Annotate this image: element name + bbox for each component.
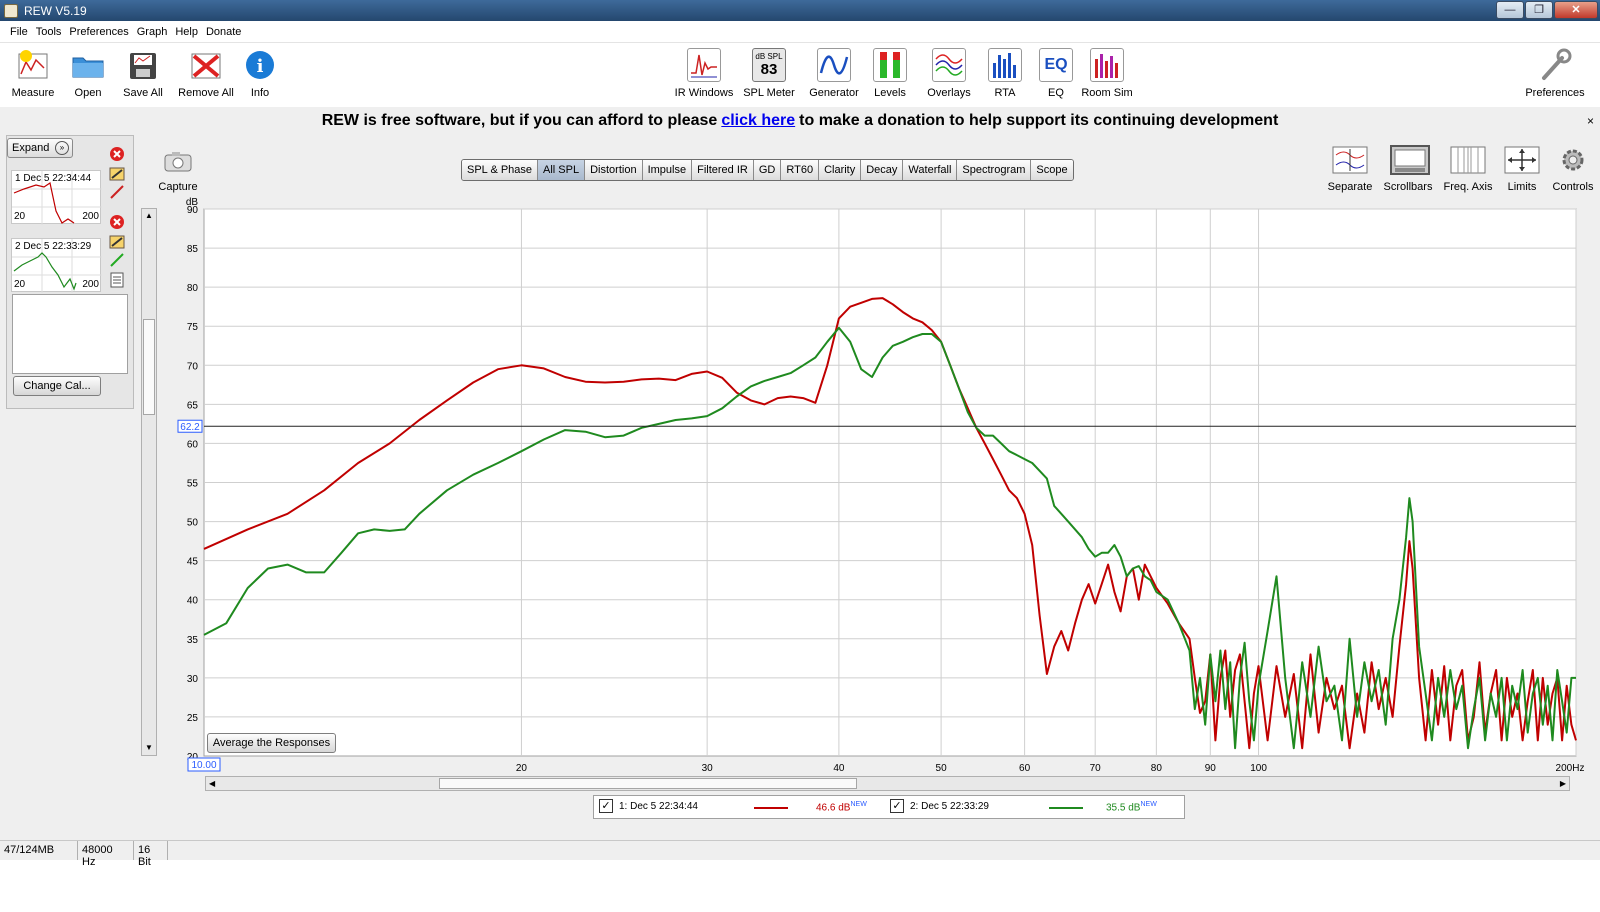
series-1-checkbox[interactable]: ✓ (599, 799, 613, 813)
levels-button[interactable]: Levels (870, 48, 910, 99)
status-bar: 47/124MB 48000 Hz 16 Bit (0, 840, 1600, 868)
measure-button[interactable]: Measure (8, 48, 58, 99)
overlays-button[interactable]: Overlays (924, 48, 974, 99)
menu-donate[interactable]: Donate (206, 26, 241, 38)
y-tick-label: 85 (187, 244, 199, 255)
minimize-button[interactable]: — (1496, 1, 1524, 19)
average-responses-button[interactable]: Average the Responses (207, 733, 336, 753)
legend-series-2-name: 2: Dec 5 22:33:29 (910, 801, 989, 812)
legend-series-2-value: 35.5 dBNEW (1106, 801, 1157, 814)
window-controls: — ❐ ✕ (1495, 1, 1598, 19)
y-tick-label: 25 (187, 713, 199, 724)
legend-series-2-swatch (1049, 807, 1083, 809)
sample-rate-status: 48000 Hz (78, 841, 134, 868)
y-tick-label: 65 (187, 400, 199, 411)
horizontal-scroll-thumb[interactable] (439, 778, 857, 789)
generator-button[interactable]: Generator (808, 48, 860, 99)
main-toolbar: Measure Open Save All Remove All i Info … (0, 44, 1600, 106)
cursor-y-value: 62.2 (180, 422, 200, 433)
menu-tools[interactable]: Tools (36, 26, 62, 38)
x-tick-label: 70 (1090, 763, 1102, 774)
remove-all-button[interactable]: Remove All (175, 48, 237, 99)
menu-help[interactable]: Help (175, 26, 198, 38)
window-title: REW V5.19 (24, 3, 87, 18)
legend-series-1-name: 1: Dec 5 22:34:44 (619, 801, 698, 812)
levels-icon (873, 48, 907, 82)
x-tick-label: 20 (516, 763, 528, 774)
horizontal-scrollbar[interactable]: ◀ ▶ (205, 776, 1570, 791)
menu-graph[interactable]: Graph (137, 26, 168, 38)
title-bar: REW V5.19 — ❐ ✕ (0, 0, 1600, 21)
y-tick-label: 35 (187, 635, 199, 646)
svg-text:i: i (257, 56, 264, 77)
x-tick-label: 100 (1250, 763, 1267, 774)
y-tick-label: 90 (187, 205, 199, 216)
room-sim-button[interactable]: Room Sim (1081, 48, 1133, 99)
y-tick-label: 60 (187, 439, 199, 450)
menu-preferences[interactable]: Preferences (69, 26, 128, 38)
preferences-button[interactable]: Preferences (1522, 48, 1588, 99)
y-tick-label: 70 (187, 361, 199, 372)
eq-icon: EQ (1039, 48, 1073, 82)
maximize-button[interactable]: ❐ (1525, 1, 1553, 19)
memory-status: 47/124MB (0, 841, 78, 860)
bit-depth-status: 16 Bit (134, 841, 168, 868)
close-banner-button[interactable]: × (1587, 107, 1594, 135)
y-tick-label: 30 (187, 674, 199, 685)
legend-series-1-value: 46.6 dBNEW (816, 801, 867, 814)
overlays-icon (932, 48, 966, 82)
scroll-right-icon[interactable]: ▶ (1560, 777, 1566, 790)
x-tick-label: 60 (1019, 763, 1031, 774)
x-tick-label: 30 (702, 763, 714, 774)
remove-icon (189, 48, 223, 82)
spl-meter-button[interactable]: dB SPL 83 SPL Meter (743, 48, 795, 99)
donate-link[interactable]: click here (721, 112, 795, 129)
folder-icon (71, 48, 105, 82)
cursor-x-value: 10.00 (191, 760, 216, 771)
rta-icon (988, 48, 1022, 82)
room-sim-icon (1090, 48, 1124, 82)
rew-app-icon (4, 3, 18, 18)
x-tick-label: 90 (1205, 763, 1217, 774)
rta-button[interactable]: RTA (987, 48, 1023, 99)
y-tick-label: 75 (187, 322, 199, 333)
save-all-button[interactable]: Save All (118, 48, 168, 99)
save-icon (126, 48, 160, 82)
x-tick-label: 50 (936, 763, 948, 774)
y-tick-label: 40 (187, 596, 199, 607)
measure-icon (16, 48, 50, 82)
main-area: Expand » 1 Dec 5 22:34:44 20 200 2 Dec 5… (0, 135, 1600, 840)
menu-file[interactable]: File (10, 26, 28, 38)
y-tick-label: 50 (187, 518, 199, 529)
y-tick-label: 45 (187, 557, 199, 568)
wrench-icon (1538, 48, 1572, 82)
menu-bar: File Tools Preferences Graph Help Donate (0, 21, 1600, 43)
open-button[interactable]: Open (66, 48, 110, 99)
ir-windows-icon (687, 48, 721, 82)
donate-banner: REW is free software, but if you can aff… (0, 107, 1600, 135)
legend: ✓ 1: Dec 5 22:34:44 46.6 dBNEW ✓ 2: Dec … (593, 795, 1185, 819)
spl-meter-icon: dB SPL 83 (752, 48, 786, 82)
close-button[interactable]: ✕ (1554, 1, 1598, 19)
y-tick-label: 80 (187, 283, 199, 294)
y-tick-label: 55 (187, 479, 199, 490)
x-tick-label: 80 (1151, 763, 1163, 774)
info-button[interactable]: i Info (241, 48, 279, 99)
x-tick-label: 40 (833, 763, 845, 774)
eq-button[interactable]: EQ EQ (1038, 48, 1074, 99)
spl-graph[interactable]: dB 20 30 40 50 60 70 80 90 100 200Hz2530354045505… (0, 135, 1600, 795)
ir-windows-button[interactable]: IR Windows (673, 48, 735, 99)
generator-icon (817, 48, 851, 82)
scroll-left-icon[interactable]: ◀ (209, 777, 215, 790)
legend-series-1-swatch (754, 807, 788, 809)
x-tick-label: 200Hz (1556, 763, 1585, 774)
info-icon: i (243, 48, 277, 82)
series-2-checkbox[interactable]: ✓ (890, 799, 904, 813)
